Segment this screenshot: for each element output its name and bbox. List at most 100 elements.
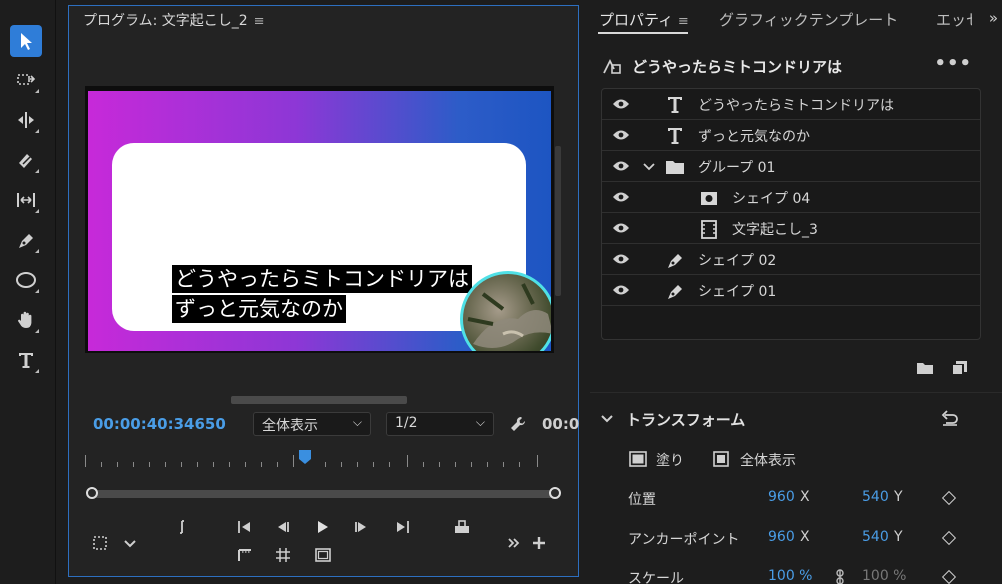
step-forward-icon[interactable]	[351, 516, 373, 538]
reset-icon[interactable]	[940, 409, 960, 427]
folder-icon	[666, 161, 684, 174]
new-group-folder-icon[interactable]	[916, 360, 934, 376]
position-y-value[interactable]: 540	[862, 489, 889, 505]
ripple-edit-icon	[18, 112, 34, 128]
razor-tool-button[interactable]	[10, 144, 42, 176]
go-to-in-icon[interactable]	[234, 516, 256, 538]
active-tab-underline	[598, 32, 688, 34]
scale-value-height[interactable]: 100 %	[862, 568, 906, 584]
playhead-timecode[interactable]: 00:00:40:34650	[93, 415, 226, 433]
panel-menu-icon[interactable]: ≡	[254, 14, 265, 29]
text-icon	[668, 128, 682, 144]
pen-tool-button[interactable]	[10, 224, 42, 256]
zoom-scroll-bar[interactable]	[86, 487, 561, 499]
overflow-chevron-icon[interactable]	[503, 532, 525, 554]
eye-icon[interactable]	[612, 190, 630, 204]
layer-label: グループ 01	[698, 160, 776, 176]
keyframe-diamond-icon[interactable]	[941, 530, 957, 546]
x-unit-label: X	[800, 529, 810, 545]
object-title: どうやったらミトコンドリアは	[632, 58, 843, 76]
program-monitor-panel: プログラム: 文字起こし_2 ≡ どうやったらミトコンドリアは ずっと元気なのか …	[68, 5, 579, 577]
eye-icon[interactable]	[612, 221, 630, 235]
ripple-edit-tool-button[interactable]	[10, 104, 42, 136]
settings-wrench-icon[interactable]	[509, 415, 527, 437]
add-button-icon[interactable]	[528, 532, 550, 554]
video-preview[interactable]: どうやったらミトコンドリアは ずっと元気なのか	[85, 86, 554, 353]
panel-menu-icon[interactable]: ≡	[678, 14, 689, 29]
keyframe-diamond-icon[interactable]	[941, 490, 957, 506]
transport-controls	[69, 508, 580, 568]
eye-icon[interactable]	[612, 97, 630, 111]
tab-graphic-templates[interactable]: グラフィックテンプレート	[719, 9, 898, 30]
eye-icon[interactable]	[612, 128, 630, 142]
range-start-handle[interactable]	[86, 487, 98, 499]
layer-row[interactable]: 文字起こし_3	[602, 213, 980, 244]
mark-in-icon[interactable]	[171, 516, 193, 538]
layer-row[interactable]: シェイプ 02	[602, 244, 980, 275]
track-select-tool-button[interactable]	[10, 64, 42, 96]
guides-grid-icon[interactable]	[272, 544, 294, 566]
type-icon	[19, 353, 33, 368]
resolution-dropdown-label: 1/2	[395, 415, 418, 431]
tab-essential[interactable]: エッセ	[936, 9, 972, 30]
zoom-dropdown[interactable]: 全体表示 ⌵	[253, 412, 371, 436]
go-to-out-icon[interactable]	[391, 516, 413, 538]
eye-icon[interactable]	[612, 252, 630, 266]
eye-icon[interactable]	[612, 283, 630, 297]
layer-row[interactable]: グループ 01	[602, 151, 980, 182]
anchor-x-value[interactable]: 960	[768, 529, 795, 545]
more-tabs-chevron-icon[interactable]: »	[989, 9, 998, 27]
chevron-down-icon[interactable]	[642, 160, 656, 174]
pen-icon	[668, 285, 682, 299]
export-frame-icon[interactable]	[451, 516, 473, 538]
layers-list: どうやったらミトコンドリアは ずっと元気なのか グループ 01 シェイプ 04	[601, 88, 981, 340]
vertical-scrollbar[interactable]	[555, 146, 561, 296]
slip-tool-button[interactable]	[10, 184, 42, 216]
tab-properties[interactable]: プロパティ ≡	[599, 9, 689, 30]
tools-panel	[0, 0, 56, 584]
resolution-dropdown[interactable]: 1/2 ⌵	[386, 412, 494, 436]
ellipse-tool-button[interactable]	[10, 264, 42, 296]
chevron-down-icon[interactable]	[600, 412, 614, 426]
fill-frame-icon[interactable]	[628, 450, 648, 468]
hand-tool-button[interactable]	[10, 304, 42, 336]
scale-value[interactable]: 100 %	[768, 568, 812, 584]
layer-label: シェイプ 02	[698, 253, 777, 269]
play-icon[interactable]	[311, 516, 333, 538]
layer-row[interactable]: どうやったらミトコンドリアは	[602, 89, 980, 120]
layer-label: どうやったらミトコンドリアは	[698, 98, 894, 114]
playhead-marker[interactable]	[298, 449, 312, 465]
comparison-view-icon[interactable]	[234, 544, 256, 566]
new-layer-icon[interactable]	[952, 360, 968, 376]
section-title-transform[interactable]: トランスフォーム	[626, 409, 745, 430]
fullscreen-monitor-icon[interactable]	[312, 544, 334, 566]
more-options-icon[interactable]: •••	[934, 53, 972, 74]
safe-margins-icon[interactable]	[89, 532, 111, 554]
layer-row[interactable]: ずっと元気なのか	[602, 120, 980, 151]
pen-icon	[668, 254, 682, 268]
chevron-down-icon[interactable]	[119, 532, 141, 554]
selection-tool-button[interactable]	[10, 25, 42, 57]
fill-label[interactable]: 塗り	[656, 450, 684, 470]
anchor-y-value[interactable]: 540	[862, 529, 889, 545]
fit-frame-icon[interactable]	[712, 450, 730, 468]
eye-icon[interactable]	[612, 159, 630, 173]
link-chain-icon[interactable]	[834, 568, 846, 584]
range-end-handle[interactable]	[549, 487, 561, 499]
y-unit-label: Y	[894, 489, 903, 505]
layer-row[interactable]: シェイプ 01	[602, 275, 980, 306]
clip-icon	[701, 220, 717, 239]
keyframe-diamond-icon[interactable]	[941, 569, 957, 584]
time-ruler[interactable]	[85, 449, 555, 471]
slip-icon	[17, 193, 35, 207]
layer-row[interactable]: シェイプ 04	[602, 182, 980, 213]
type-tool-button[interactable]	[10, 344, 42, 376]
horizontal-scrollbar[interactable]	[231, 396, 407, 404]
position-row: 位置 960 X 540 Y	[628, 489, 988, 511]
full-view-label[interactable]: 全体表示	[740, 450, 796, 470]
position-x-value[interactable]: 960	[768, 489, 795, 505]
shape-icon	[701, 192, 717, 205]
position-label: 位置	[628, 492, 656, 508]
step-back-icon[interactable]	[271, 516, 293, 538]
ellipse-icon	[16, 272, 36, 288]
